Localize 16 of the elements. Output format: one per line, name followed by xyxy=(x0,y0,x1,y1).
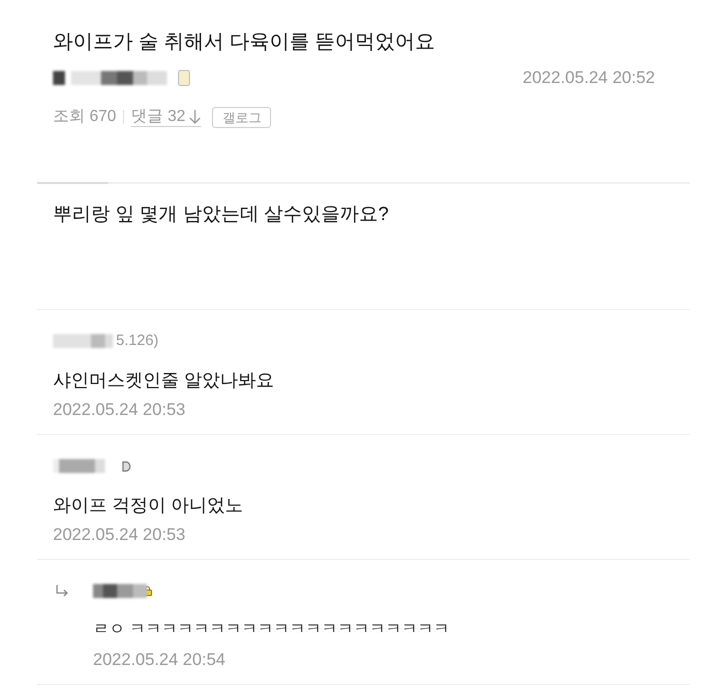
comment-text: 와이프 걱정이 아니었노 xyxy=(53,494,244,517)
comment-date: 2022.05.24 20:53 xyxy=(53,525,186,545)
post-title: 와이프가 술 취해서 다육이를 뜯어먹었어요 xyxy=(53,30,436,55)
comments-link[interactable]: 댓글 32 xyxy=(131,107,202,127)
gallog-button[interactable]: 갤로그 xyxy=(212,106,272,128)
view-count: 조회 670 xyxy=(53,107,116,127)
comment-date: 2022.05.24 20:54 xyxy=(93,650,226,670)
comment-text: 샤인머스켓인줄 알았나봐요 xyxy=(53,369,276,392)
down-arrow-icon xyxy=(189,108,202,124)
post-body: 뿌리랑 잎 몇개 남았는데 살수있을까요? xyxy=(53,203,390,227)
reply-arrow-icon xyxy=(55,584,69,598)
post-date: 2022.05.24 20:52 xyxy=(522,68,655,88)
author-ip-text: 5.126) xyxy=(116,331,159,351)
square-icon xyxy=(178,70,190,86)
comment-date: 2022.05.24 20:53 xyxy=(53,400,186,420)
comment-text: ㄹㅇ ㅋㅋㅋㅋㅋㅋㅋㅋㅋㅋㅋㅋㅋㅋㅋㅋㅋㅋㅋㅋ xyxy=(93,620,450,640)
